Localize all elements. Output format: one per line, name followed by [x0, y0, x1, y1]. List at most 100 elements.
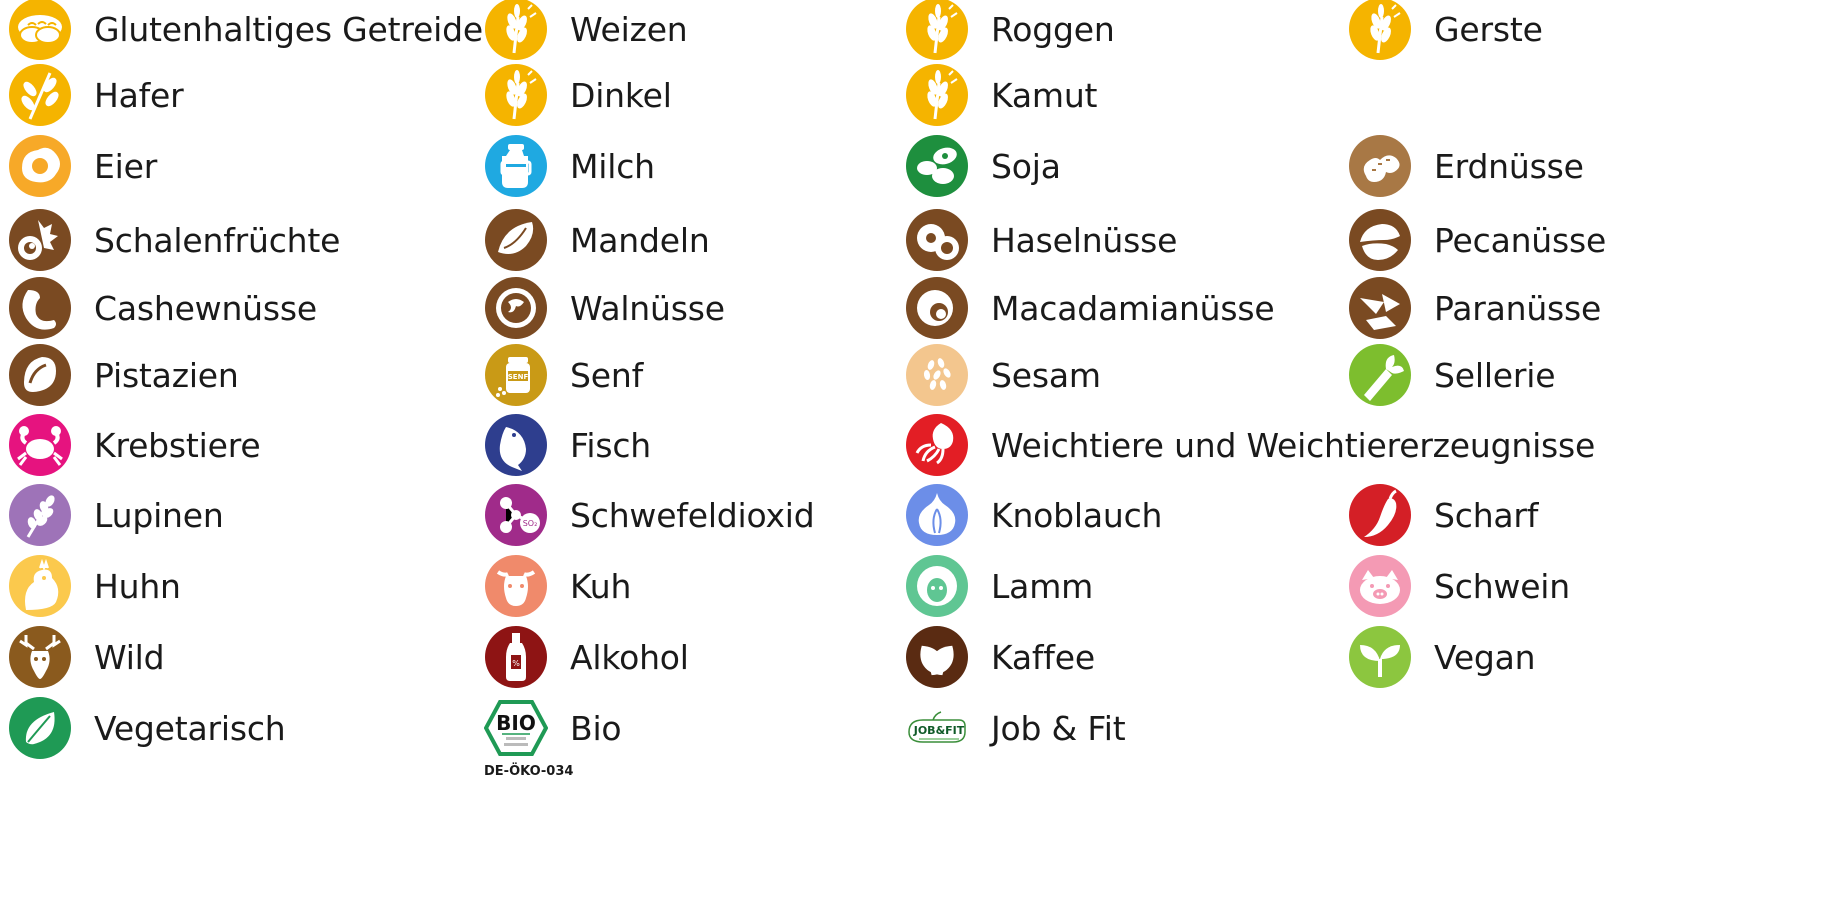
legend-item-label: Bio: [570, 708, 622, 748]
legend-item: Scharf: [1348, 480, 1538, 550]
legend-item: Dinkel: [484, 60, 672, 130]
legend-item: Walnüsse: [484, 273, 725, 343]
legend-item: Knoblauch: [905, 480, 1162, 550]
coffee-bean-icon: [906, 626, 968, 688]
legend-item: SO₂ Schwefeldioxid: [484, 480, 815, 550]
deer-icon: [9, 626, 71, 688]
brazil-nut-icon: [1349, 277, 1411, 339]
legend-item-label: Sesam: [991, 355, 1101, 395]
legend-item-label: Paranüsse: [1434, 288, 1602, 328]
chicken-icon: [9, 555, 71, 617]
legend-item-label: Weichtiere und Weichtiererzeugnisse: [991, 425, 1596, 465]
legend-item: Pecanüsse: [1348, 205, 1606, 275]
bio-seal: BIO DE-ÖKO-034: [484, 696, 573, 779]
pecan-icon: [1349, 209, 1411, 271]
legend-item-label: Kuh: [570, 566, 632, 606]
legend-item: Fisch: [484, 410, 651, 480]
mustard-icon: SENF: [485, 344, 547, 406]
legend-item-label: Krebstiere: [94, 425, 261, 465]
walnut-icon: [485, 277, 547, 339]
legend-item-label: Eier: [94, 146, 158, 186]
legend-item: Roggen: [905, 0, 1115, 64]
legend-item-label: Kamut: [991, 75, 1098, 115]
legend-item-label: Alkohol: [570, 637, 689, 677]
bio-seal-text: BIO: [496, 711, 536, 735]
legend-item-label: Soja: [991, 146, 1061, 186]
svg-text:SENF: SENF: [508, 373, 529, 381]
lupin-icon: [9, 484, 71, 546]
legend-item-label: Milch: [570, 146, 655, 186]
egg-icon: [9, 135, 71, 197]
legend-item: Hafer: [8, 60, 184, 130]
legend-item: Vegetarisch: [8, 693, 286, 763]
job-fit-logo-icon: JOB&FIT: [908, 711, 966, 743]
legend-item-label: Cashewnüsse: [94, 288, 317, 328]
cow-icon: [485, 555, 547, 617]
legend-item: Krebstiere: [8, 410, 261, 480]
legend-item: BIO DE-ÖKO-034 Bio: [484, 693, 622, 779]
legend-item-label: Wild: [94, 637, 165, 677]
wheat-icon: [906, 64, 968, 126]
legend-item-label: Haselnüsse: [991, 220, 1178, 260]
legend-item-label: Gerste: [1434, 9, 1543, 49]
legend-item-label: Fisch: [570, 425, 652, 465]
bio-seal-icon: BIO: [484, 700, 548, 756]
legend-item-label: Lamm: [991, 566, 1094, 606]
legend-item-label: Job & Fit: [991, 708, 1126, 748]
legend-item: Weichtiere und Weichtiererzeugnisse: [905, 410, 1595, 480]
wheat-icon: [1349, 0, 1411, 60]
bread-icon: [9, 0, 71, 60]
almond-icon: [485, 209, 547, 271]
legend-item-label: Knoblauch: [991, 495, 1163, 535]
legend-item: Haselnüsse: [905, 205, 1177, 275]
oat-icon: [9, 64, 71, 126]
legend-item: Kuh: [484, 551, 631, 621]
legend-item-label: Senf: [570, 355, 643, 395]
legend-item: Gerste: [1348, 0, 1543, 64]
chili-icon: [1349, 484, 1411, 546]
svg-text:SO₂: SO₂: [523, 519, 538, 528]
legend-item-label: Schwefeldioxid: [570, 495, 815, 535]
svg-text:%: %: [512, 659, 520, 668]
sesame-icon: [906, 344, 968, 406]
bio-certificate-code: DE-ÖKO-034: [484, 764, 574, 779]
legend-item: Kaffee: [905, 622, 1095, 692]
legend-item: Sesam: [905, 340, 1101, 410]
legend-item: Lamm: [905, 551, 1093, 621]
legend-item-label: Sellerie: [1434, 355, 1556, 395]
legend-item-label: Erdnüsse: [1434, 146, 1584, 186]
sheep-icon: [906, 555, 968, 617]
legend-item: Wild: [8, 622, 165, 692]
legend-item-label: Dinkel: [570, 75, 672, 115]
legend-item: Glutenhaltiges Getreide: [8, 0, 483, 64]
legend-item-label: Scharf: [1434, 495, 1539, 535]
crab-icon: [9, 414, 71, 476]
allergen-legend: Glutenhaltiges Getreide Weizen Roggen Ge…: [0, 0, 1838, 904]
legend-item-label: Hafer: [94, 75, 184, 115]
legend-item: Weizen: [484, 0, 688, 64]
legend-item: SENF Senf: [484, 340, 643, 410]
legend-item: Schwein: [1348, 551, 1570, 621]
legend-item-label: Glutenhaltiges Getreide: [94, 9, 483, 49]
legend-item: Mandeln: [484, 205, 710, 275]
garlic-icon: [906, 484, 968, 546]
legend-item: Lupinen: [8, 480, 224, 550]
legend-item: Soja: [905, 131, 1061, 201]
fish-icon: [485, 414, 547, 476]
pistachio-icon: [9, 344, 71, 406]
pig-icon: [1349, 555, 1411, 617]
legend-item-label: Schalenfrüchte: [94, 220, 341, 260]
legend-item-label: Mandeln: [570, 220, 710, 260]
legend-item-label: Huhn: [94, 566, 181, 606]
legend-item-label: Macadamianüsse: [991, 288, 1275, 328]
macadamia-icon: [906, 277, 968, 339]
molecule-icon: SO₂: [485, 484, 547, 546]
legend-item-label: Schwein: [1434, 566, 1570, 606]
wheat-icon: [485, 0, 547, 60]
legend-item-label: Vegetarisch: [94, 708, 286, 748]
job-fit-logo-text: JOB&FIT: [913, 724, 965, 737]
bottle-icon: %: [485, 626, 547, 688]
legend-item-label: Kaffee: [991, 637, 1095, 677]
legend-item: Macadamianüsse: [905, 273, 1275, 343]
legend-item: Milch: [484, 131, 655, 201]
